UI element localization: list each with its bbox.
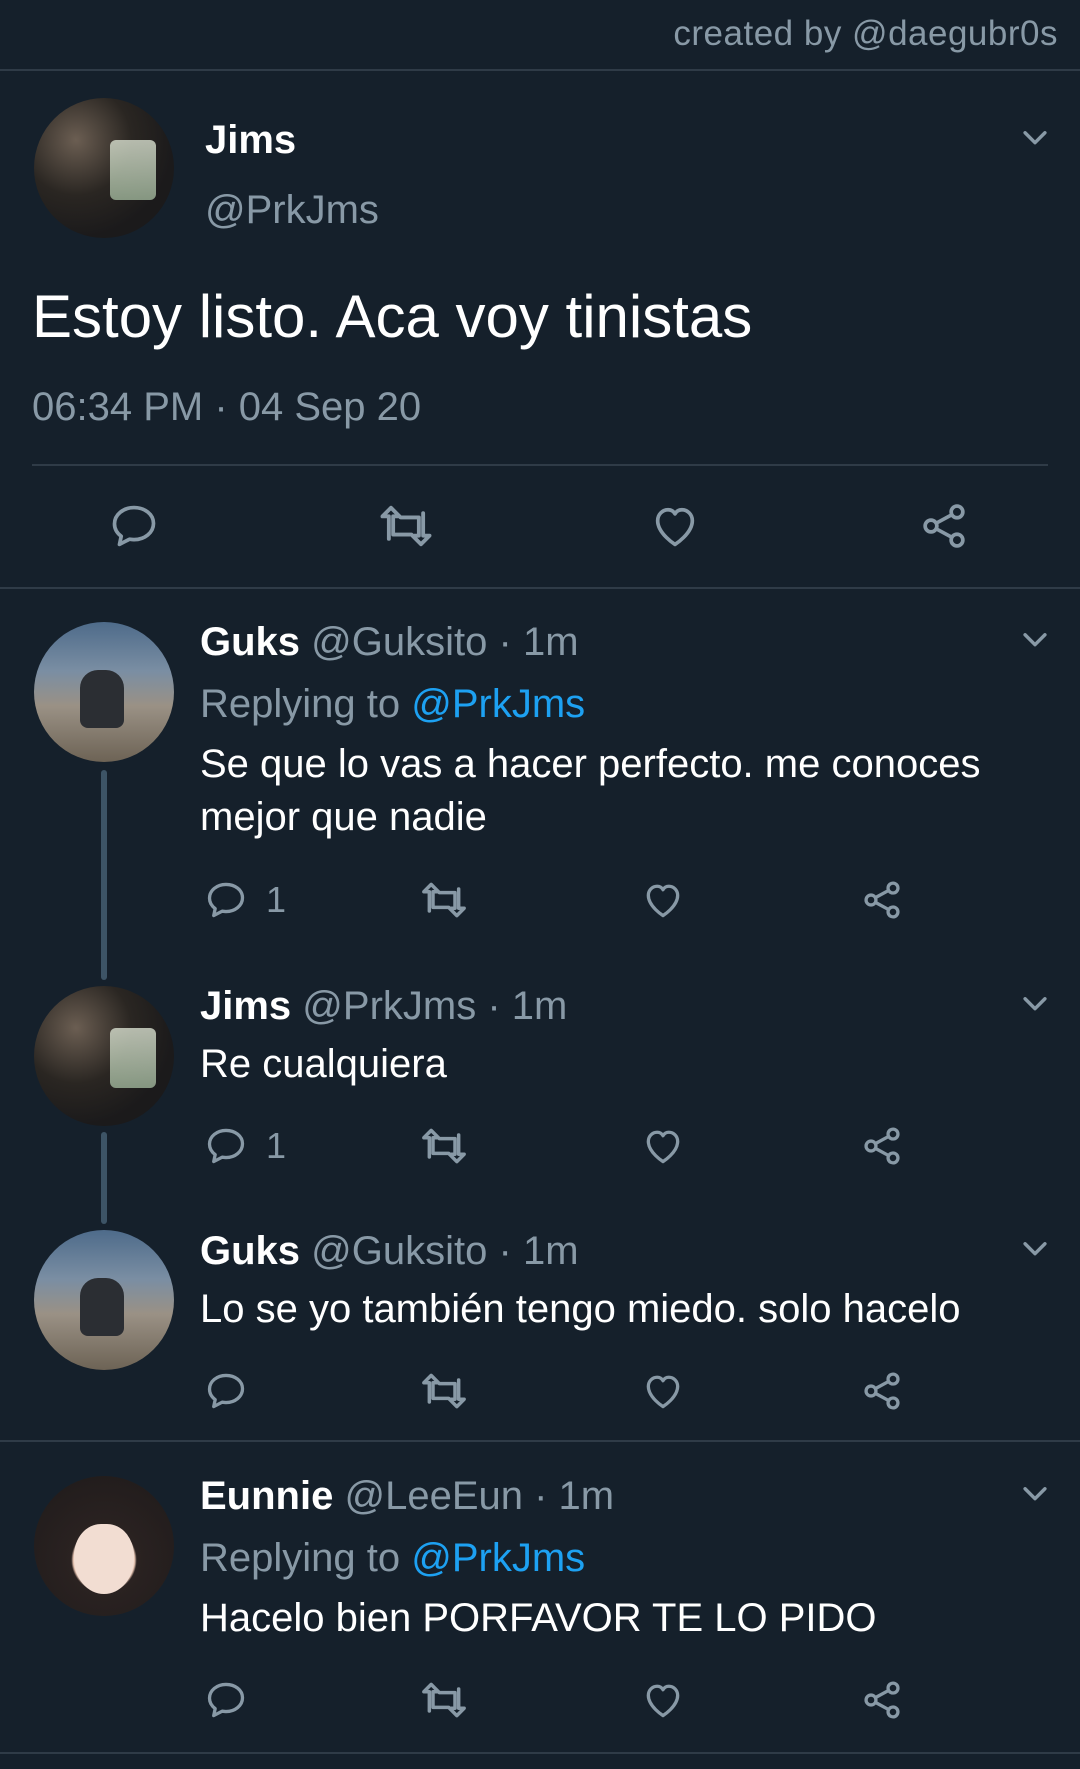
author-handle[interactable]: @Guksito (311, 1229, 487, 1273)
reply-text: Lo se yo también tengo miedo. solo hacel… (200, 1287, 961, 1331)
reply-icon (204, 1678, 248, 1722)
reply-text: Re cualquiera (200, 1042, 447, 1086)
avatar[interactable] (34, 1230, 174, 1370)
share-button[interactable] (860, 1369, 904, 1413)
divider (0, 69, 1080, 71)
chevron-down-icon[interactable] (1018, 622, 1052, 656)
retweet-button[interactable] (376, 500, 436, 552)
reply-button[interactable] (108, 500, 160, 552)
reply-icon (108, 500, 160, 552)
share-icon (860, 1124, 904, 1168)
reply-button[interactable] (204, 1369, 248, 1413)
avatar[interactable] (34, 98, 174, 238)
avatar[interactable] (34, 986, 174, 1126)
chevron-down-icon[interactable] (1018, 986, 1052, 1020)
share-icon (918, 500, 970, 552)
tweet-text: Estoy listo. Aca voy tinistas (32, 283, 753, 350)
like-button[interactable] (640, 1124, 686, 1168)
author-handle[interactable]: @PrkJms (205, 188, 379, 233)
author-handle[interactable]: @PrkJms (302, 984, 476, 1028)
share-button[interactable] (860, 1124, 904, 1168)
share-button[interactable] (918, 500, 970, 552)
like-button[interactable] (648, 500, 702, 552)
author-name[interactable]: Eunnie (200, 1474, 333, 1518)
avatar[interactable] (34, 622, 174, 762)
author-name[interactable]: Guks (200, 620, 300, 664)
replying-label: Replying to (200, 1536, 401, 1580)
retweet-icon (376, 500, 436, 552)
retweet-icon (418, 1678, 470, 1722)
reply-time: · 1m (498, 620, 579, 664)
retweet-button[interactable] (418, 1678, 470, 1722)
tweet-timestamp: 06:34 PM · 04 Sep 20 (32, 385, 422, 429)
reply-count: 1 (266, 1125, 287, 1166)
heart-icon (648, 500, 702, 552)
reply-time: · 1m (487, 984, 568, 1028)
reply-icon (204, 878, 248, 922)
replying-label: Replying to (200, 682, 401, 726)
reply-icon (204, 1369, 248, 1413)
heart-icon (640, 1369, 686, 1413)
like-button[interactable] (640, 1369, 686, 1413)
chevron-down-icon[interactable] (1018, 1231, 1052, 1265)
replying-to-link[interactable]: @PrkJms (411, 682, 585, 726)
reply-button[interactable] (204, 1678, 248, 1722)
author-handle[interactable]: @Guksito (311, 620, 487, 664)
thread-line (101, 770, 107, 980)
credit-watermark: created by @daegubr0s (673, 14, 1058, 53)
reply-time: · 1m (534, 1474, 615, 1518)
author-name[interactable]: Guks (200, 1229, 300, 1273)
divider (32, 464, 1048, 466)
retweet-icon (418, 1124, 470, 1168)
heart-icon (640, 1678, 686, 1722)
share-icon (860, 1678, 904, 1722)
author-handle[interactable]: @LeeEun (344, 1474, 523, 1518)
reply-count: 1 (266, 879, 287, 920)
share-icon (860, 1369, 904, 1413)
reply-text: Se que lo vas a hacer perfecto. me conoc… (200, 742, 981, 786)
like-button[interactable] (640, 1678, 686, 1722)
reply-text: mejor que nadie (200, 795, 487, 839)
share-button[interactable] (860, 878, 904, 922)
share-button[interactable] (860, 1678, 904, 1722)
heart-icon (640, 878, 686, 922)
reply-button[interactable]: 1 (204, 1124, 286, 1168)
heart-icon (640, 1124, 686, 1168)
reply-button[interactable]: 1 (204, 878, 286, 922)
divider (0, 1752, 1080, 1754)
retweet-button[interactable] (418, 1124, 470, 1168)
retweet-icon (418, 878, 470, 922)
retweet-icon (418, 1369, 470, 1413)
chevron-down-icon[interactable] (1018, 120, 1052, 154)
reply-text: Hacelo bien PORFAVOR TE LO PIDO (200, 1596, 877, 1640)
thread-line (101, 1132, 107, 1224)
avatar[interactable] (34, 1476, 174, 1616)
reply-icon (204, 1124, 248, 1168)
like-button[interactable] (640, 878, 686, 922)
divider (0, 1440, 1080, 1442)
retweet-button[interactable] (418, 1369, 470, 1413)
replying-to-link[interactable]: @PrkJms (411, 1536, 585, 1580)
author-name[interactable]: Jims (205, 118, 296, 163)
divider (0, 587, 1080, 589)
chevron-down-icon[interactable] (1018, 1476, 1052, 1510)
retweet-button[interactable] (418, 878, 470, 922)
reply-time: · 1m (498, 1229, 579, 1273)
author-name[interactable]: Jims (200, 984, 291, 1028)
share-icon (860, 878, 904, 922)
